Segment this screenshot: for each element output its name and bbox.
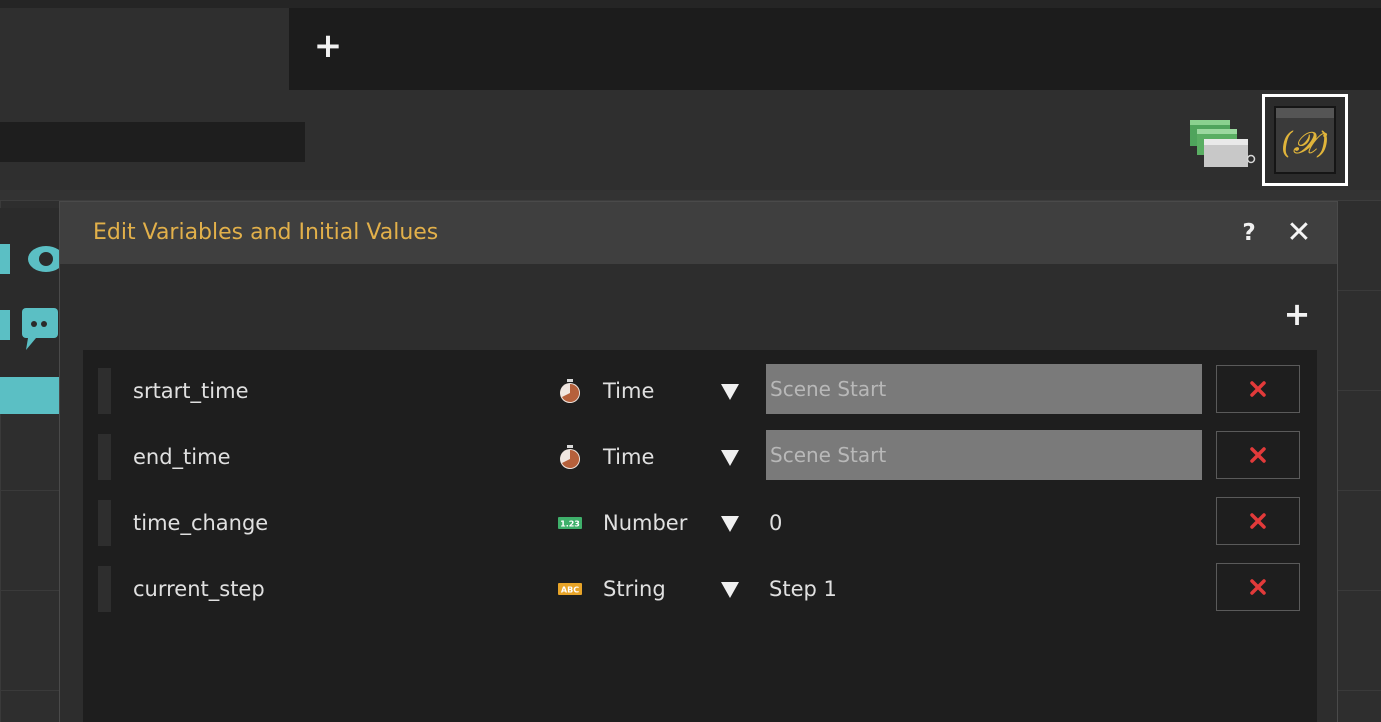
speech-node-icon[interactable]: [0, 298, 60, 358]
variable-type: Number: [603, 511, 688, 535]
variables-button[interactable]: (𝓧): [1262, 94, 1348, 186]
edit-variables-dialog: Edit Variables and Initial Values ? ✕ + …: [59, 201, 1338, 722]
help-button[interactable]: ?: [1236, 216, 1262, 250]
tab-strip-empty: [289, 8, 1381, 90]
variable-name[interactable]: time_change: [133, 508, 268, 538]
delete-variable-button[interactable]: [1216, 365, 1300, 413]
variables-glyph: (𝓧): [1281, 126, 1329, 161]
svg-text:1.23: 1.23: [560, 520, 580, 529]
delete-x-icon: [1250, 381, 1266, 397]
initial-value-input[interactable]: 0: [769, 508, 782, 538]
delete-x-icon: [1250, 513, 1266, 529]
initial-value-select[interactable]: Scene Start: [766, 430, 1202, 480]
type-dropdown-icon[interactable]: [719, 442, 741, 472]
delete-variable-button[interactable]: [1216, 431, 1300, 479]
drag-handle[interactable]: [98, 434, 111, 480]
add-variable-button[interactable]: +: [1280, 296, 1314, 332]
tab-strip: +: [0, 0, 1381, 90]
node-block[interactable]: [0, 377, 60, 414]
variable-type: Time: [603, 379, 655, 403]
eye-node-icon[interactable]: [0, 226, 60, 286]
variable-row: current_step ABC String Step 1: [83, 562, 1317, 616]
toolbar-field[interactable]: [0, 122, 305, 162]
variable-list: srtart_time Time Scene Start end_time Ti…: [83, 350, 1317, 722]
variable-type: String: [603, 577, 666, 601]
dialog-title: Edit Variables and Initial Values: [93, 220, 439, 245]
variable-type: Time: [603, 445, 655, 469]
scene-stack-icon: [1190, 120, 1256, 167]
new-tab-button[interactable]: +: [306, 26, 350, 66]
drag-handle[interactable]: [98, 368, 111, 414]
variable-name[interactable]: current_step: [133, 574, 265, 604]
variable-name[interactable]: srtart_time: [133, 376, 249, 406]
close-button[interactable]: ✕: [1282, 214, 1316, 252]
type-dropdown-icon[interactable]: [719, 376, 741, 406]
variable-row: time_change 1.23 Number 0: [83, 496, 1317, 550]
canvas-ruler: [0, 190, 1381, 201]
stopwatch-icon: [560, 445, 580, 469]
variable-row: end_time Time Scene Start: [83, 430, 1317, 484]
variables-icon: (𝓧): [1274, 106, 1336, 174]
variable-name[interactable]: end_time: [133, 442, 231, 472]
delete-variable-button[interactable]: [1216, 497, 1300, 545]
drag-handle[interactable]: [98, 566, 111, 612]
stopwatch-icon: [560, 379, 580, 403]
svg-text:ABC: ABC: [561, 586, 579, 595]
drag-handle[interactable]: [98, 500, 111, 546]
scenes-button[interactable]: [1188, 112, 1256, 172]
dialog-header: Edit Variables and Initial Values ? ✕: [60, 202, 1337, 264]
active-tab[interactable]: [0, 8, 289, 90]
type-dropdown-icon[interactable]: [719, 508, 741, 538]
initial-value-select[interactable]: Scene Start: [766, 364, 1202, 414]
number-icon: 1.23: [558, 517, 582, 529]
app-window: + (𝓧) Edit Variables and Initial Values …: [0, 0, 1381, 722]
delete-x-icon: [1250, 447, 1266, 463]
initial-value-input[interactable]: Step 1: [769, 574, 837, 604]
delete-x-icon: [1250, 579, 1266, 595]
variable-row: srtart_time Time Scene Start: [83, 364, 1317, 418]
string-icon: ABC: [558, 583, 582, 595]
type-dropdown-icon[interactable]: [719, 574, 741, 604]
delete-variable-button[interactable]: [1216, 563, 1300, 611]
